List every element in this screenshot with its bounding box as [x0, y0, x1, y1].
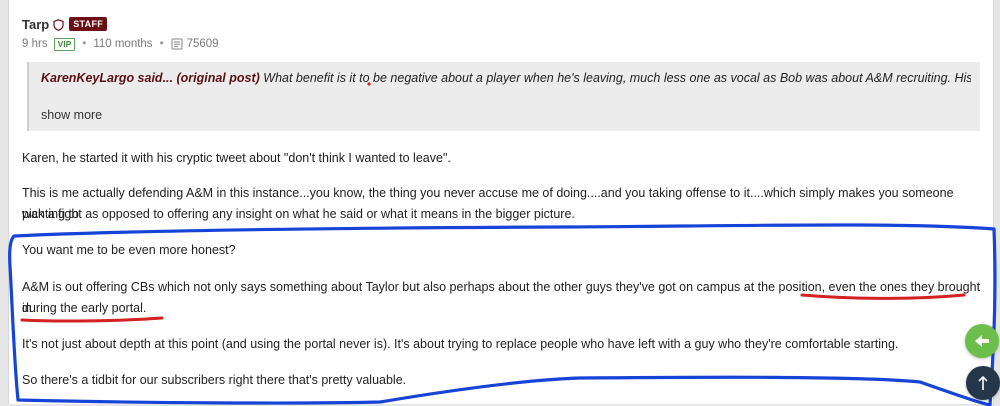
- shield-icon: [53, 18, 64, 31]
- post-count: 75609: [186, 38, 219, 50]
- quote-text: KarenKeyLargo said... (original post) Wh…: [41, 71, 971, 85]
- reply-button[interactable]: [965, 324, 999, 358]
- paragraph-2b: pick a fight as opposed to offering any …: [22, 207, 575, 221]
- separator-dot: •: [82, 38, 87, 50]
- quote-author[interactable]: KarenKeyLargo said... (original post): [41, 71, 260, 85]
- paragraph-1: Karen, he started it with his cryptic tw…: [22, 151, 451, 165]
- quote-body: What benefit is it to be negative about …: [259, 71, 971, 85]
- paragraph-5: It's not just about depth at this point …: [22, 337, 899, 351]
- paragraph-6: So there's a tidbit for our subscribers …: [22, 373, 407, 387]
- paragraph-3: You want me to be even more honest?: [22, 243, 236, 257]
- post-time: 9 hrs: [22, 38, 48, 50]
- post-count-icon: [171, 38, 183, 50]
- author-line: Tarp STAFF: [22, 15, 982, 33]
- reply-arrow-icon: [975, 335, 989, 347]
- scroll-top-button[interactable]: [966, 366, 1000, 400]
- show-more-link[interactable]: show more: [41, 108, 102, 122]
- member-tenure: 110 months: [93, 38, 153, 50]
- scroll-top-icon: [978, 375, 988, 390]
- post-header: Tarp STAFF 9 hrs VIP • 110 months • 7560…: [22, 15, 982, 52]
- separator-dot: •: [159, 38, 164, 50]
- paragraph-4b: during the early portal.: [22, 301, 147, 315]
- vip-badge: VIP: [53, 37, 76, 51]
- meta-line: 9 hrs VIP • 110 months • 75609: [22, 36, 982, 52]
- staff-badge: STAFF: [69, 17, 108, 31]
- author-name[interactable]: Tarp: [22, 17, 49, 32]
- quote-box: KarenKeyLargo said... (original post) Wh…: [27, 62, 980, 131]
